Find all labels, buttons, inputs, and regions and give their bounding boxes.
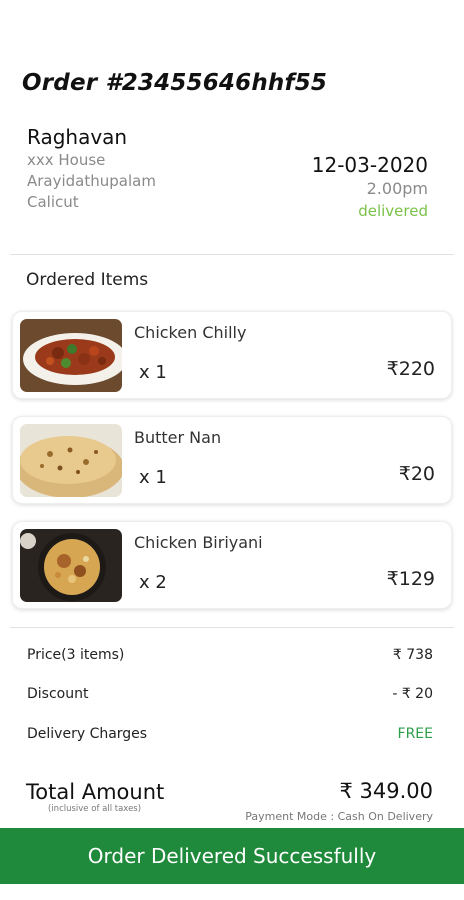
order-meta: 12-03-2020 2.00pm delivered <box>312 152 428 222</box>
order-title: Order #23455646hhf55 <box>22 70 328 96</box>
order-item-card[interactable]: Butter Nan x 1 ₹20 <box>12 416 452 504</box>
item-price: ₹20 <box>398 463 435 485</box>
delivery-row: Delivery Charges FREE <box>27 726 433 742</box>
order-status: delivered <box>358 202 428 220</box>
divider-top <box>10 254 454 255</box>
item-name: Chicken Biriyani <box>134 533 263 552</box>
discount-value: - ₹ 20 <box>392 686 433 702</box>
item-quantity: x 1 <box>139 467 167 488</box>
total-amount-value: ₹ 349.00 <box>339 779 433 803</box>
divider-summary <box>10 627 454 628</box>
item-name: Butter Nan <box>134 428 222 447</box>
customer-name: Raghavan <box>27 125 128 149</box>
item-quantity: x 1 <box>139 362 167 383</box>
chicken-biriyani-image <box>20 529 122 602</box>
price-label: Price(3 items) <box>27 647 125 663</box>
order-item-card[interactable]: Chicken Chilly x 1 ₹220 <box>12 311 452 399</box>
item-price: ₹220 <box>386 358 435 380</box>
order-item-card[interactable]: Chicken Biriyani x 2 ₹129 <box>12 521 452 609</box>
item-quantity: x 2 <box>139 572 167 593</box>
address-line-1: xxx House <box>27 151 106 169</box>
address-line-2: Arayidathupalam <box>27 172 156 190</box>
delivery-label: Delivery Charges <box>27 726 148 742</box>
butter-nan-image <box>20 424 122 497</box>
discount-label: Discount <box>27 686 89 702</box>
customer-info: Raghavan xxx House Arayidathupalam Calic… <box>27 124 156 213</box>
price-row: Price(3 items) ₹ 738 <box>27 647 433 663</box>
ordered-items-heading: Ordered Items <box>26 270 149 290</box>
total-amount-label: Total Amount <box>26 780 165 804</box>
delivery-value: FREE <box>397 726 433 742</box>
order-date: 12-03-2020 <box>311 153 428 177</box>
order-status-message: Order Delivered Successfully <box>87 844 377 868</box>
price-value: ₹ 738 <box>392 647 433 663</box>
discount-row: Discount - ₹ 20 <box>27 686 433 702</box>
payment-mode: Payment Mode : Cash On Delivery <box>245 810 433 823</box>
order-status-bar[interactable]: Order Delivered Successfully <box>0 828 464 884</box>
address-line-3: Calicut <box>27 193 79 211</box>
item-name: Chicken Chilly <box>134 323 247 342</box>
order-time: 2.00pm <box>366 179 428 198</box>
tax-note: (inclusive of all taxes) <box>48 804 142 814</box>
item-price: ₹129 <box>386 568 435 590</box>
chicken-chilly-image <box>20 319 122 392</box>
